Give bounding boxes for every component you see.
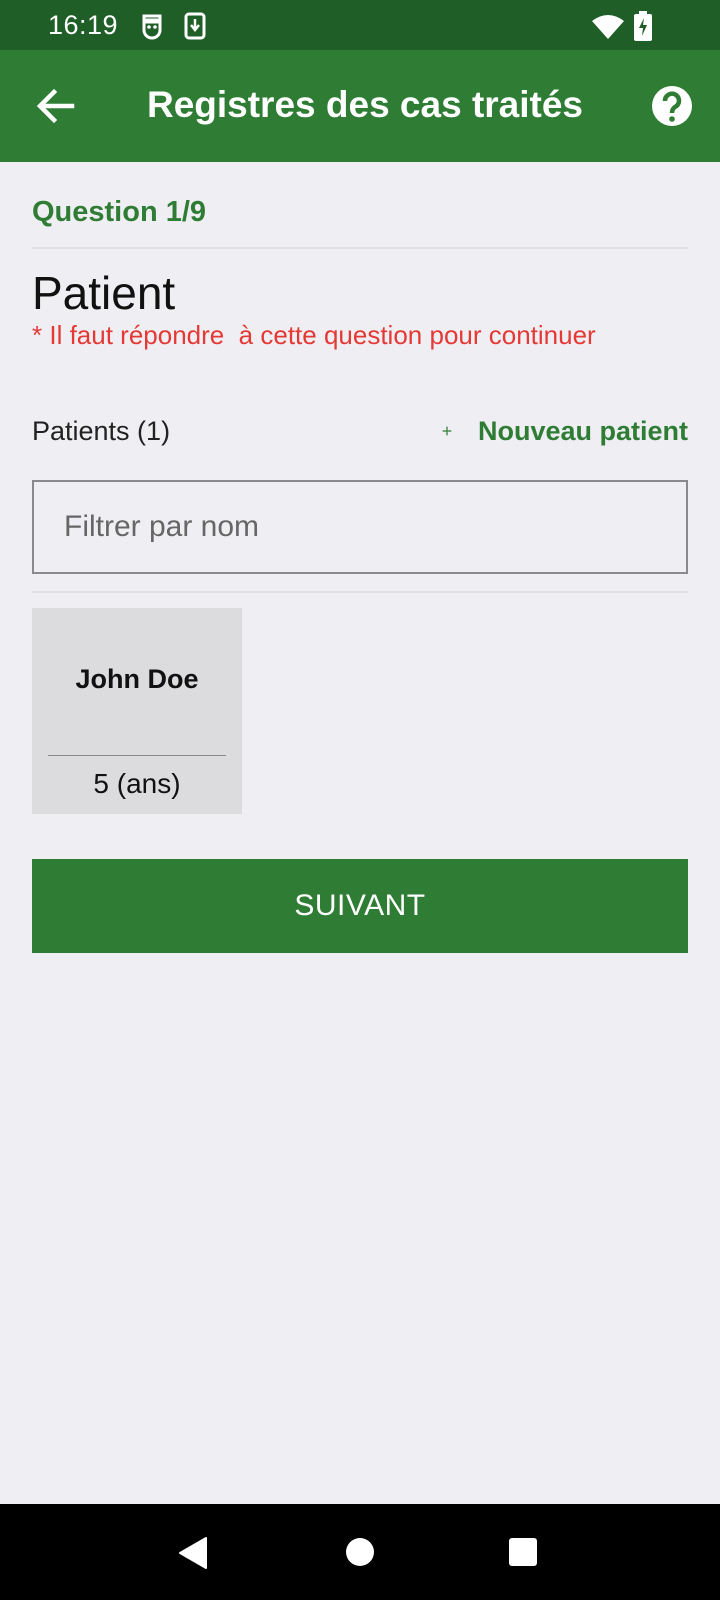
square-recents-icon — [509, 1538, 537, 1566]
circle-home-icon — [346, 1538, 374, 1566]
triangle-back-icon — [179, 1537, 207, 1569]
nav-home-button[interactable] — [345, 1537, 375, 1572]
required-message: * Il faut répondre à cette question pour… — [32, 320, 596, 350]
patient-age: 5 (ans) — [93, 768, 181, 799]
nav-back-button[interactable] — [178, 1536, 208, 1575]
nav-recents-button[interactable] — [508, 1537, 538, 1572]
plus-icon — [442, 426, 452, 436]
download-icon — [184, 12, 206, 45]
wifi-icon — [592, 13, 624, 44]
notification-face-icon — [140, 12, 164, 45]
new-patient-label: Nouveau patient — [477, 415, 688, 446]
help-button[interactable] — [650, 84, 694, 128]
status-bar: 16:19 — [0, 0, 720, 50]
divider — [32, 591, 688, 593]
page-title: Registres des cas traités — [146, 84, 583, 125]
battery-charging-icon — [634, 11, 652, 46]
patient-name: John Doe — [75, 664, 199, 694]
filter-input[interactable] — [32, 480, 688, 574]
question-number: Question 1/9 — [32, 196, 207, 228]
system-nav-bar — [0, 1504, 720, 1600]
patients-count: Patients (1) — [32, 416, 171, 446]
divider — [32, 247, 688, 249]
card-divider — [48, 755, 226, 756]
status-time: 16:19 — [48, 10, 119, 40]
app-bar: Registres des cas traités — [0, 50, 720, 162]
patient-card[interactable]: John Doe 5 (ans) — [32, 608, 242, 814]
question-title: Patient — [32, 267, 176, 319]
new-patient-button[interactable]: Nouveau patient — [408, 406, 688, 456]
help-circle-icon — [652, 86, 692, 126]
next-button[interactable]: SUIVANT — [32, 859, 688, 953]
